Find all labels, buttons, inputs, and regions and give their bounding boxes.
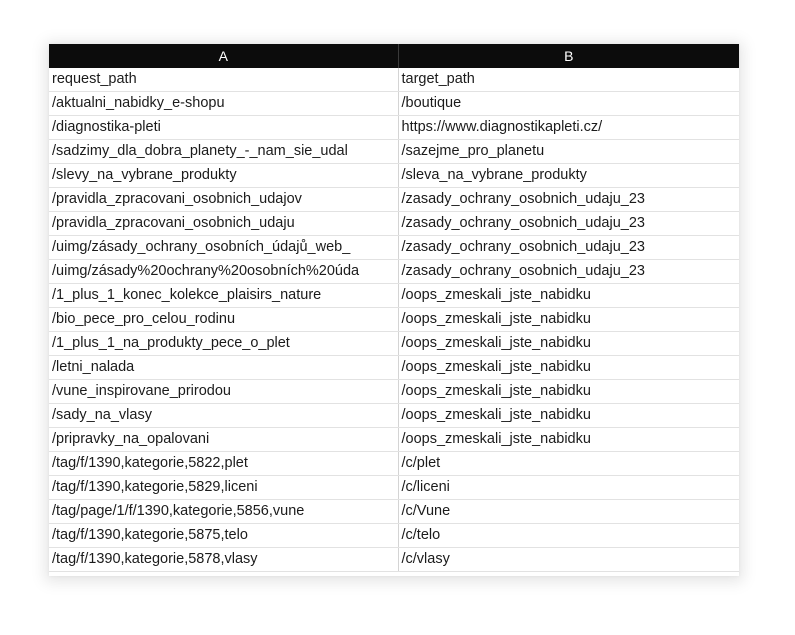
cell-request-path[interactable]: /pripravky_na_opalovani (49, 427, 399, 452)
cell-request-path[interactable]: /1_plus_1_konec_kolekce_plaisirs_nature (49, 283, 399, 308)
column-header-a[interactable]: A (49, 44, 399, 68)
cell-target-path[interactable]: /oops_zmeskali_jste_nabidku (398, 355, 739, 380)
cell-target-path[interactable]: /c/plet (398, 451, 739, 476)
cell-target-path[interactable]: /sazejme_pro_planetu (398, 139, 739, 164)
table-row: /tag/f/1390,kategorie,5829,liceni/c/lice… (49, 475, 739, 500)
cell-request-path[interactable]: request_path (49, 68, 399, 92)
cell-request-path[interactable]: /slevy_na_vybrane_produkty (49, 163, 399, 188)
table-row: /sadzimy_dla_dobra_planety_-_nam_sie_uda… (49, 139, 739, 164)
column-header-b[interactable]: B (398, 44, 739, 68)
cell-target-path[interactable]: /oops_zmeskali_jste_nabidku (398, 427, 739, 452)
cell-request-path[interactable]: /letni_nalada (49, 355, 399, 380)
spreadsheet-body: request_path target_path/aktualni_nabidky… (49, 68, 739, 572)
table-row: request_path target_path (49, 68, 739, 92)
cell-target-path[interactable]: /c/telo (398, 523, 739, 548)
cell-target-path[interactable]: https://www.diagnostikapleti.cz/ (398, 115, 739, 140)
table-row: /pripravky_na_opalovani/oops_zmeskali_js… (49, 427, 739, 452)
table-row: /bio_pece_pro_celou_rodinu/oops_zmeskali… (49, 307, 739, 332)
cell-target-path[interactable]: /zasady_ochrany_osobnich_udaju_23 (398, 259, 739, 284)
cell-target-path[interactable]: /oops_zmeskali_jste_nabidku (398, 331, 739, 356)
cell-target-path[interactable]: target_path (398, 68, 739, 92)
table-row: /tag/page/1/f/1390,kategorie,5856,vune/c… (49, 499, 739, 524)
table-row: /tag/f/1390,kategorie,5878,vlasy/c/vlasy (49, 547, 739, 572)
cell-request-path[interactable]: /tag/f/1390,kategorie,5875,telo (49, 523, 399, 548)
cell-target-path[interactable]: /oops_zmeskali_jste_nabidku (398, 403, 739, 428)
cell-target-path[interactable]: /oops_zmeskali_jste_nabidku (398, 283, 739, 308)
cell-request-path[interactable]: /tag/page/1/f/1390,kategorie,5856,vune (49, 499, 399, 524)
table-row: /tag/f/1390,kategorie,5875,telo/c/telo (49, 523, 739, 548)
table-row: /tag/f/1390,kategorie,5822,plet/c/plet (49, 451, 739, 476)
cell-target-path[interactable]: /c/vlasy (398, 547, 739, 572)
cell-request-path[interactable]: /aktualni_nabidky_e-shopu (49, 91, 399, 116)
cell-target-path[interactable]: /boutique (398, 91, 739, 116)
column-header-row: A B (49, 44, 739, 68)
table-row: /uimg/zásady_ochrany_osobních_údajů_web_… (49, 235, 739, 260)
table-row: /diagnostika-pleti https://www.diagnostik… (49, 115, 739, 140)
spreadsheet-grid: A B request_path target_path/aktualni_nab… (49, 44, 739, 572)
table-row: /letni_nalada/oops_zmeskali_jste_nabidku (49, 355, 739, 380)
cell-request-path[interactable]: /1_plus_1_na_produkty_pece_o_plet (49, 331, 399, 356)
cell-request-path[interactable]: /bio_pece_pro_celou_rodinu (49, 307, 399, 332)
cell-request-path[interactable]: /pravidla_zpracovani_osobnich_udajov (49, 187, 399, 212)
cell-target-path[interactable]: /oops_zmeskali_jste_nabidku (398, 307, 739, 332)
cell-request-path[interactable]: /tag/f/1390,kategorie,5822,plet (49, 451, 399, 476)
cell-target-path[interactable]: /c/liceni (398, 475, 739, 500)
spreadsheet-card: A B request_path target_path/aktualni_nab… (49, 44, 739, 576)
cell-request-path[interactable]: /tag/f/1390,kategorie,5829,liceni (49, 475, 399, 500)
cell-target-path[interactable]: /oops_zmeskali_jste_nabidku (398, 379, 739, 404)
cell-target-path[interactable]: /c/Vune (398, 499, 739, 524)
cell-target-path[interactable]: /zasady_ochrany_osobnich_udaju_23 (398, 235, 739, 260)
cell-request-path[interactable]: /uimg/zásady%20ochrany%20osobních%20úda (49, 259, 399, 284)
table-row: /sady_na_vlasy/oops_zmeskali_jste_nabidk… (49, 403, 739, 428)
table-row: /1_plus_1_konec_kolekce_plaisirs_nature /… (49, 283, 739, 308)
cell-request-path[interactable]: /pravidla_zpracovani_osobnich_udaju (49, 211, 399, 236)
table-row: /aktualni_nabidky_e-shopu/boutique (49, 91, 739, 116)
table-row: /uimg/zásady%20ochrany%20osobních%20úda /… (49, 259, 739, 284)
table-row: /pravidla_zpracovani_osobnich_udaju/zasa… (49, 211, 739, 236)
cell-request-path[interactable]: /vune_inspirovane_prirodou (49, 379, 399, 404)
cell-target-path[interactable]: /zasady_ochrany_osobnich_udaju_23 (398, 211, 739, 236)
table-row: /pravidla_zpracovani_osobnich_udajov/zas… (49, 187, 739, 212)
table-row: /slevy_na_vybrane_produkty/sleva_na_vybr… (49, 163, 739, 188)
cell-request-path[interactable]: /uimg/zásady_ochrany_osobních_údajů_web_ (49, 235, 399, 260)
table-row: /vune_inspirovane_prirodou/oops_zmeskali… (49, 379, 739, 404)
cell-request-path[interactable]: /sady_na_vlasy (49, 403, 399, 428)
table-row: /1_plus_1_na_produkty_pece_o_plet/oops_z… (49, 331, 739, 356)
cell-target-path[interactable]: /zasady_ochrany_osobnich_udaju_23 (398, 187, 739, 212)
cell-request-path[interactable]: /sadzimy_dla_dobra_planety_-_nam_sie_uda… (49, 139, 399, 164)
cell-request-path[interactable]: /diagnostika-pleti (49, 115, 399, 140)
cell-target-path[interactable]: /sleva_na_vybrane_produkty (398, 163, 739, 188)
cell-request-path[interactable]: /tag/f/1390,kategorie,5878,vlasy (49, 547, 399, 572)
